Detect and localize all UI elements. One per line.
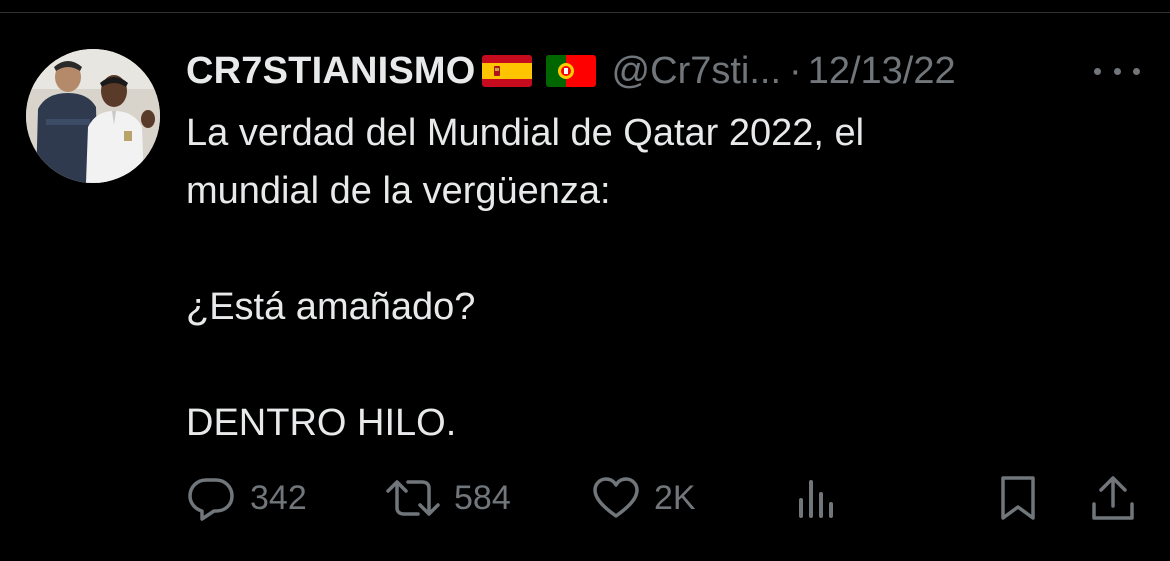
tweet-text-line bbox=[186, 336, 1086, 394]
avatar[interactable] bbox=[26, 49, 160, 183]
more-icon[interactable] bbox=[1094, 56, 1140, 86]
tweet-text-line: La verdad del Mundial de Qatar 2022, el bbox=[186, 112, 865, 154]
bookmark-icon bbox=[1001, 476, 1035, 520]
like-button[interactable]: 2K bbox=[592, 470, 696, 526]
more-dot bbox=[1113, 67, 1121, 75]
tweet-text-line: ¿Está amañado? bbox=[186, 286, 476, 328]
share-icon bbox=[1092, 476, 1134, 520]
more-dot bbox=[1094, 67, 1101, 75]
reply-button[interactable]: 342 bbox=[186, 470, 307, 526]
bookmark-button[interactable] bbox=[998, 470, 1038, 526]
like-count: 2K bbox=[654, 478, 696, 517]
tweet-text-line bbox=[186, 220, 1086, 278]
tweet-date[interactable]: 12/13/22 bbox=[808, 50, 956, 93]
top-divider bbox=[0, 12, 1170, 13]
display-name[interactable]: CR7STIANISMO bbox=[186, 50, 476, 93]
action-bar: 342 584 2K bbox=[0, 470, 1170, 526]
heart-icon bbox=[593, 477, 639, 518]
separator-dot: · bbox=[789, 49, 802, 92]
tweet-header: CR7STIANISMO @Cr7sti... · 12/13/22 bbox=[186, 46, 956, 96]
tweet-text-line: DENTRO HILO. bbox=[186, 402, 457, 444]
tweet-text: La verdad del Mundial de Qatar 2022, el … bbox=[186, 104, 1086, 452]
views-button[interactable] bbox=[796, 470, 840, 526]
retweet-icon bbox=[386, 480, 440, 516]
more-dot bbox=[1133, 67, 1140, 75]
portugal-flag-icon bbox=[545, 55, 596, 87]
share-button[interactable] bbox=[1090, 470, 1136, 526]
retweet-count: 584 bbox=[454, 478, 511, 517]
analytics-icon bbox=[799, 480, 833, 518]
spain-flag-icon bbox=[481, 55, 532, 87]
author-handle[interactable]: @Cr7sti... bbox=[612, 50, 781, 93]
retweet-button[interactable]: 584 bbox=[386, 470, 511, 526]
reply-count: 342 bbox=[250, 478, 307, 517]
tweet-text-line: mundial de la vergüenza: bbox=[186, 170, 611, 212]
reply-icon bbox=[188, 478, 234, 521]
avatar-photo bbox=[26, 49, 160, 183]
